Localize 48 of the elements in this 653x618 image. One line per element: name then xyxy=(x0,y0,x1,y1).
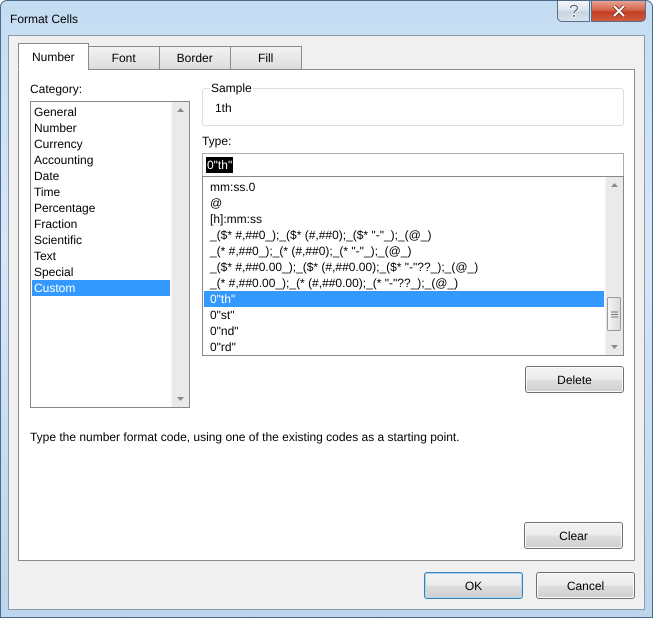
scrollbar[interactable] xyxy=(171,102,189,407)
format-code-item[interactable]: 0"st" xyxy=(204,307,604,323)
scroll-up-icon[interactable] xyxy=(177,108,184,112)
description-text: Type the number format code, using one of the existing codes as a starting point. xyxy=(30,430,461,445)
dialog-button[interactable]: Cancel xyxy=(536,572,635,599)
category-item[interactable]: Text xyxy=(32,248,170,264)
type-list[interactable] xyxy=(202,176,624,356)
dialog-button[interactable]: OK xyxy=(424,572,523,599)
scrollbar[interactable] xyxy=(605,177,623,355)
category-item[interactable]: Percentage xyxy=(32,200,170,216)
format-code-item[interactable]: _(* #,##0_);_(* (#,##0);_(* "-"_);_(@_) xyxy=(204,243,604,259)
category-list[interactable]: General Number Currency Accounting Date Time Percentage Fraction Scientific Text Special Custom xyxy=(30,101,190,408)
tab[interactable]: Border xyxy=(158,46,231,70)
window-title: Format Cells xyxy=(10,12,78,26)
tab[interactable]: Font xyxy=(88,46,160,70)
tab[interactable]: Fill xyxy=(230,46,302,70)
scroll-down-icon[interactable] xyxy=(611,345,618,349)
sample-label: Sample xyxy=(210,81,253,96)
close-icon xyxy=(612,5,626,17)
category-label: Category: xyxy=(30,82,84,97)
format-code-item[interactable]: 0"rd" xyxy=(204,339,604,355)
delete-button[interactable]: Delete xyxy=(525,366,624,393)
category-item[interactable]: Time xyxy=(32,184,170,200)
format-code-item[interactable]: _($* #,##0.00_);_($* (#,##0.00);_($* "-"??_);_(@_) xyxy=(204,259,604,275)
sample-value: 1th xyxy=(215,101,232,115)
type-label: Type: xyxy=(202,134,232,149)
format-code-item[interactable]: mm:ss.0 xyxy=(204,179,604,195)
format-code-item[interactable]: _($* #,##0_);_($* (#,##0);_($* "-"_);_(@_) xyxy=(204,227,604,243)
format-code-item[interactable]: 0"nd" xyxy=(204,323,604,339)
category-item[interactable]: General xyxy=(32,104,170,120)
category-item[interactable]: Currency xyxy=(32,136,170,152)
close-button[interactable] xyxy=(591,1,646,22)
format-code-item[interactable]: _(* #,##0.00_);_(* (#,##0.00);_(* "-"??_);_(@_) xyxy=(204,275,604,291)
tab[interactable]: Number xyxy=(18,43,89,70)
category-item[interactable]: Number xyxy=(32,120,170,136)
category-item[interactable]: Scientific xyxy=(32,232,170,248)
scroll-down-icon[interactable] xyxy=(177,397,184,401)
grip-icon xyxy=(610,310,618,318)
category-item[interactable]: Fraction xyxy=(32,216,170,232)
format-code-item[interactable]: [h]:mm:ss xyxy=(204,211,604,227)
help-button[interactable] xyxy=(557,1,590,22)
clear-button[interactable]: Clear xyxy=(524,522,623,549)
category-item[interactable]: Date xyxy=(32,168,170,184)
format-code-item[interactable]: @ xyxy=(204,195,604,211)
scroll-up-icon[interactable] xyxy=(611,183,618,187)
category-item[interactable]: Special xyxy=(32,264,170,280)
category-item[interactable]: Accounting xyxy=(32,152,170,168)
help-icon xyxy=(568,4,578,18)
